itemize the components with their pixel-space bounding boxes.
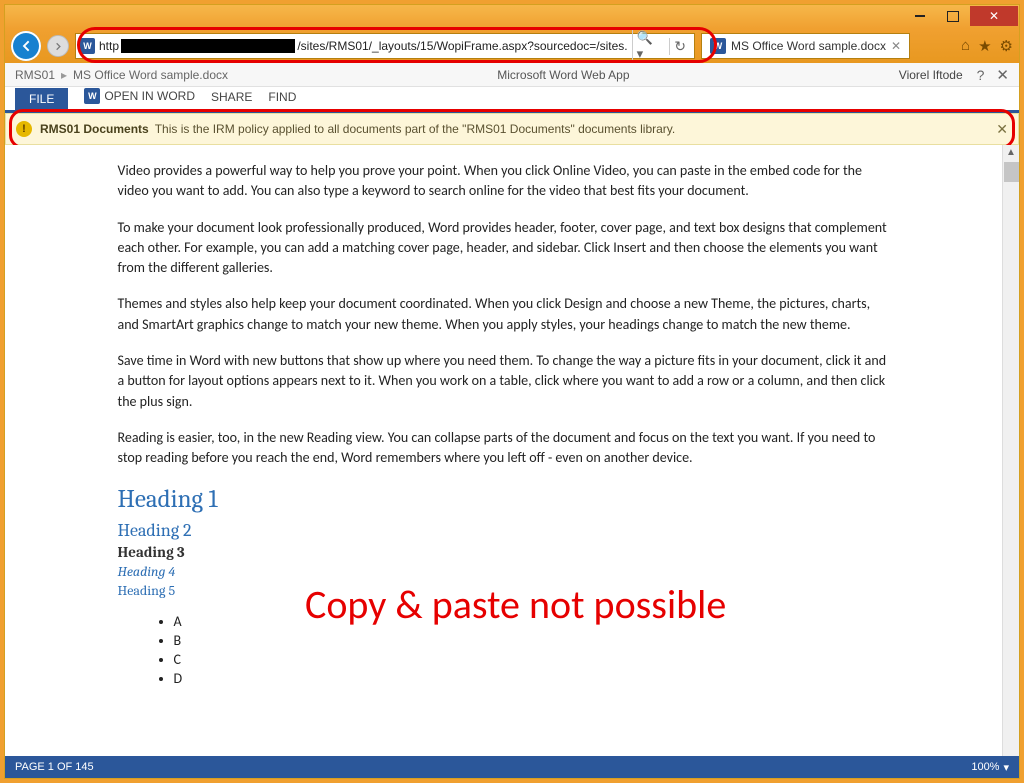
url-redacted xyxy=(121,39,295,53)
search-icon[interactable]: 🔍 ▾ xyxy=(632,30,666,62)
scroll-up-icon[interactable]: ▲ xyxy=(1006,145,1016,160)
paragraph: To make your document look professionall… xyxy=(118,218,890,279)
maximize-button[interactable] xyxy=(937,6,969,26)
notification-wrap: RMS01 Documents This is the IRM policy a… xyxy=(5,113,1019,145)
paragraph: Themes and styles also help keep your do… xyxy=(118,294,890,335)
word-icon xyxy=(84,88,100,104)
close-viewer-icon[interactable]: ✕ xyxy=(996,66,1009,84)
document-viewport: Video provides a powerful way to help yo… xyxy=(5,145,1019,756)
share-button[interactable]: SHARE xyxy=(211,90,252,110)
bullet-list: A B C D xyxy=(174,613,890,687)
paragraph: Video provides a powerful way to help yo… xyxy=(118,161,890,202)
minimize-button[interactable] xyxy=(904,6,936,26)
settings-icon[interactable]: ⚙ xyxy=(1000,37,1013,55)
list-item: D xyxy=(174,670,890,687)
file-tab[interactable]: FILE xyxy=(15,88,68,110)
heading-3: Heading 3 xyxy=(118,543,890,561)
heading-1: Heading 1 xyxy=(118,485,890,514)
app-name: Microsoft Word Web App xyxy=(228,68,899,82)
url-text: http /sites/RMS01/_layouts/15/WopiFrame.… xyxy=(99,39,628,53)
reload-button[interactable]: ↻ xyxy=(669,38,690,55)
browser-tab[interactable]: MS Office Word sample.docx ✕ xyxy=(701,33,910,59)
warning-icon xyxy=(16,121,32,137)
breadcrumb-site[interactable]: RMS01 xyxy=(15,68,55,82)
zoom-control[interactable]: 100% ▾ xyxy=(971,761,1009,774)
page-indicator[interactable]: PAGE 1 OF 145 xyxy=(15,761,94,773)
title-bar xyxy=(5,5,1019,29)
tab-title: MS Office Word sample.docx xyxy=(731,39,886,53)
open-in-word-label: OPEN IN WORD xyxy=(104,89,195,103)
favorites-icon[interactable]: ★ xyxy=(978,37,991,55)
vertical-scrollbar[interactable]: ▲ xyxy=(1002,145,1019,756)
find-button[interactable]: FIND xyxy=(268,90,296,110)
list-item: A xyxy=(174,613,890,630)
heading-5: Heading 5 xyxy=(118,582,890,599)
ribbon: FILE OPEN IN WORD SHARE FIND xyxy=(5,87,1019,113)
list-item: C xyxy=(174,651,890,668)
help-icon[interactable]: ? xyxy=(977,67,985,83)
heading-4: Heading 4 xyxy=(118,563,890,580)
address-bar[interactable]: http /sites/RMS01/_layouts/15/WopiFrame.… xyxy=(75,33,695,59)
browser-window: http /sites/RMS01/_layouts/15/WopiFrame.… xyxy=(4,4,1020,779)
tab-close-icon[interactable]: ✕ xyxy=(891,39,901,53)
word-icon xyxy=(80,38,95,54)
forward-button[interactable] xyxy=(47,35,69,57)
document-scroll[interactable]: Video provides a powerful way to help yo… xyxy=(5,145,1002,756)
url-prefix: http xyxy=(99,39,119,53)
document-page: Video provides a powerful way to help yo… xyxy=(94,151,914,729)
paragraph: Reading is easier, too, in the new Readi… xyxy=(118,428,890,469)
close-window-button[interactable] xyxy=(970,6,1018,26)
notification-title: RMS01 Documents xyxy=(40,122,149,136)
irm-notification: RMS01 Documents This is the IRM policy a… xyxy=(5,113,1019,145)
breadcrumb-doc[interactable]: MS Office Word sample.docx xyxy=(73,68,228,82)
chevron-down-icon: ▾ xyxy=(1003,761,1009,774)
list-item: B xyxy=(174,632,890,649)
scroll-thumb[interactable] xyxy=(1004,162,1019,182)
back-button[interactable] xyxy=(11,31,41,61)
zoom-value: 100% xyxy=(971,761,999,773)
address-row: http /sites/RMS01/_layouts/15/WopiFrame.… xyxy=(5,29,1019,63)
browser-toolbar: ⌂ ★ ⚙ xyxy=(961,37,1013,55)
home-icon[interactable]: ⌂ xyxy=(961,37,970,55)
open-in-word-button[interactable]: OPEN IN WORD xyxy=(84,88,195,110)
url-suffix: /sites/RMS01/_layouts/15/WopiFrame.aspx?… xyxy=(297,39,627,53)
paragraph: Save time in Word with new buttons that … xyxy=(118,351,890,412)
heading-2: Heading 2 xyxy=(118,520,890,541)
notification-text: This is the IRM policy applied to all do… xyxy=(155,122,676,136)
user-name[interactable]: Viorel Iftode xyxy=(899,68,963,82)
notification-close-icon[interactable]: ✕ xyxy=(996,121,1008,138)
breadcrumb-sep: ▸ xyxy=(61,68,67,82)
breadcrumb-row: RMS01 ▸ MS Office Word sample.docx Micro… xyxy=(5,63,1019,87)
word-icon xyxy=(710,38,726,54)
status-bar: PAGE 1 OF 145 100% ▾ xyxy=(5,756,1019,778)
